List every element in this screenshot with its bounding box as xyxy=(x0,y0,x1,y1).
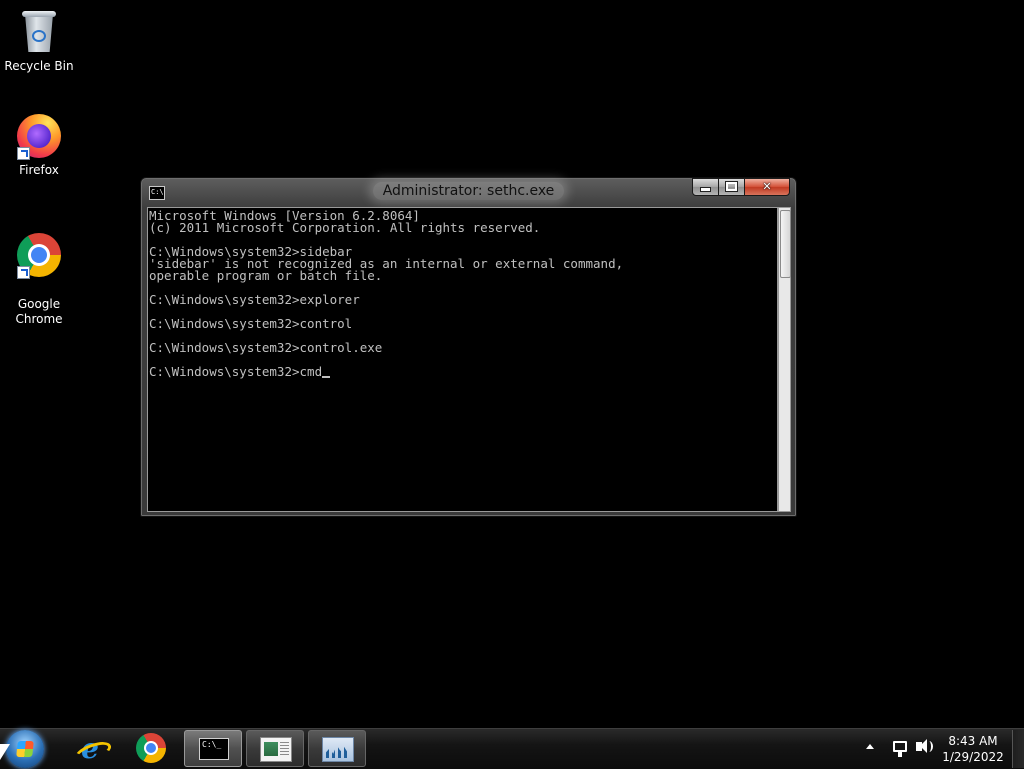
volume-icon[interactable] xyxy=(916,739,927,753)
taskbar-item-chrome[interactable] xyxy=(122,730,180,767)
console-line: C:\Windows\system32>control xyxy=(149,316,353,331)
console-line: operable program or batch file. xyxy=(149,268,383,283)
desktop-icon-google-chrome[interactable]: Google Chrome xyxy=(0,216,78,342)
start-button[interactable] xyxy=(6,730,44,768)
taskbar-clock[interactable]: 8:43 AM 1/29/2022 xyxy=(938,733,1008,765)
vertical-scrollbar[interactable] xyxy=(778,207,791,512)
clock-time: 8:43 AM xyxy=(948,734,998,748)
taskbar: e C:\_ 8:43 AM 1/29/2022 xyxy=(0,728,1024,769)
chrome-icon xyxy=(136,733,166,763)
shortcut-arrow-icon xyxy=(17,266,30,279)
minimize-icon xyxy=(700,187,711,192)
close-icon: ✕ xyxy=(762,180,772,193)
minimize-button[interactable] xyxy=(692,178,719,196)
console-window[interactable]: C:\. Administrator: sethc.exe ✕ Microsof… xyxy=(140,177,797,517)
console-input[interactable]: C:\Windows\system32>cmd xyxy=(149,364,322,379)
windows-logo-icon xyxy=(16,741,34,757)
console-line: C:\Windows\system32>control.exe xyxy=(149,340,383,355)
maximize-button[interactable] xyxy=(718,178,745,196)
firefox-icon xyxy=(15,112,63,160)
console-line: C:\Windows\system32>cmd xyxy=(149,364,777,379)
scrollbar-thumb[interactable] xyxy=(780,210,791,278)
show-desktop-button[interactable] xyxy=(1012,730,1024,768)
console-line: (c) 2011 Microsoft Corporation. All righ… xyxy=(149,220,541,235)
maximize-icon xyxy=(725,181,738,192)
network-icon[interactable] xyxy=(893,741,907,757)
volume-wave-icon xyxy=(925,741,933,752)
desktop-icon-label: Firefox xyxy=(19,163,59,177)
text-cursor xyxy=(322,366,331,378)
desktop-icon-label: Google Chrome xyxy=(15,297,63,326)
taskbar-item-document-viewer[interactable] xyxy=(246,730,304,767)
taskbar-item-internet-explorer[interactable]: e xyxy=(60,730,118,767)
close-button[interactable]: ✕ xyxy=(744,178,790,196)
clock-date: 1/29/2022 xyxy=(942,750,1004,764)
command-prompt-icon: C:\_ xyxy=(199,738,229,760)
shortcut-arrow-icon xyxy=(17,147,30,160)
internet-explorer-icon: e xyxy=(76,735,104,763)
recycle-bin-icon xyxy=(15,8,63,56)
show-hidden-icons-icon[interactable] xyxy=(866,744,874,749)
chrome-icon xyxy=(15,231,63,279)
desktop-icon-label: Recycle Bin xyxy=(4,59,74,73)
desktop-icon-firefox[interactable]: Firefox xyxy=(0,112,78,178)
console-line: C:\Windows\system32>explorer xyxy=(149,292,360,307)
console-output[interactable]: Microsoft Windows [Version 6.2.8064] (c) … xyxy=(147,207,778,512)
window-titlebar[interactable]: C:\. Administrator: sethc.exe ✕ xyxy=(141,178,796,208)
taskbar-item-performance-monitor[interactable] xyxy=(308,730,366,767)
taskbar-item-command-prompt[interactable]: C:\_ xyxy=(184,730,242,767)
document-icon xyxy=(260,737,292,762)
mouse-pointer-icon xyxy=(0,744,10,760)
performance-monitor-icon xyxy=(322,737,354,762)
desktop-icon-recycle-bin[interactable]: Recycle Bin xyxy=(0,8,78,74)
